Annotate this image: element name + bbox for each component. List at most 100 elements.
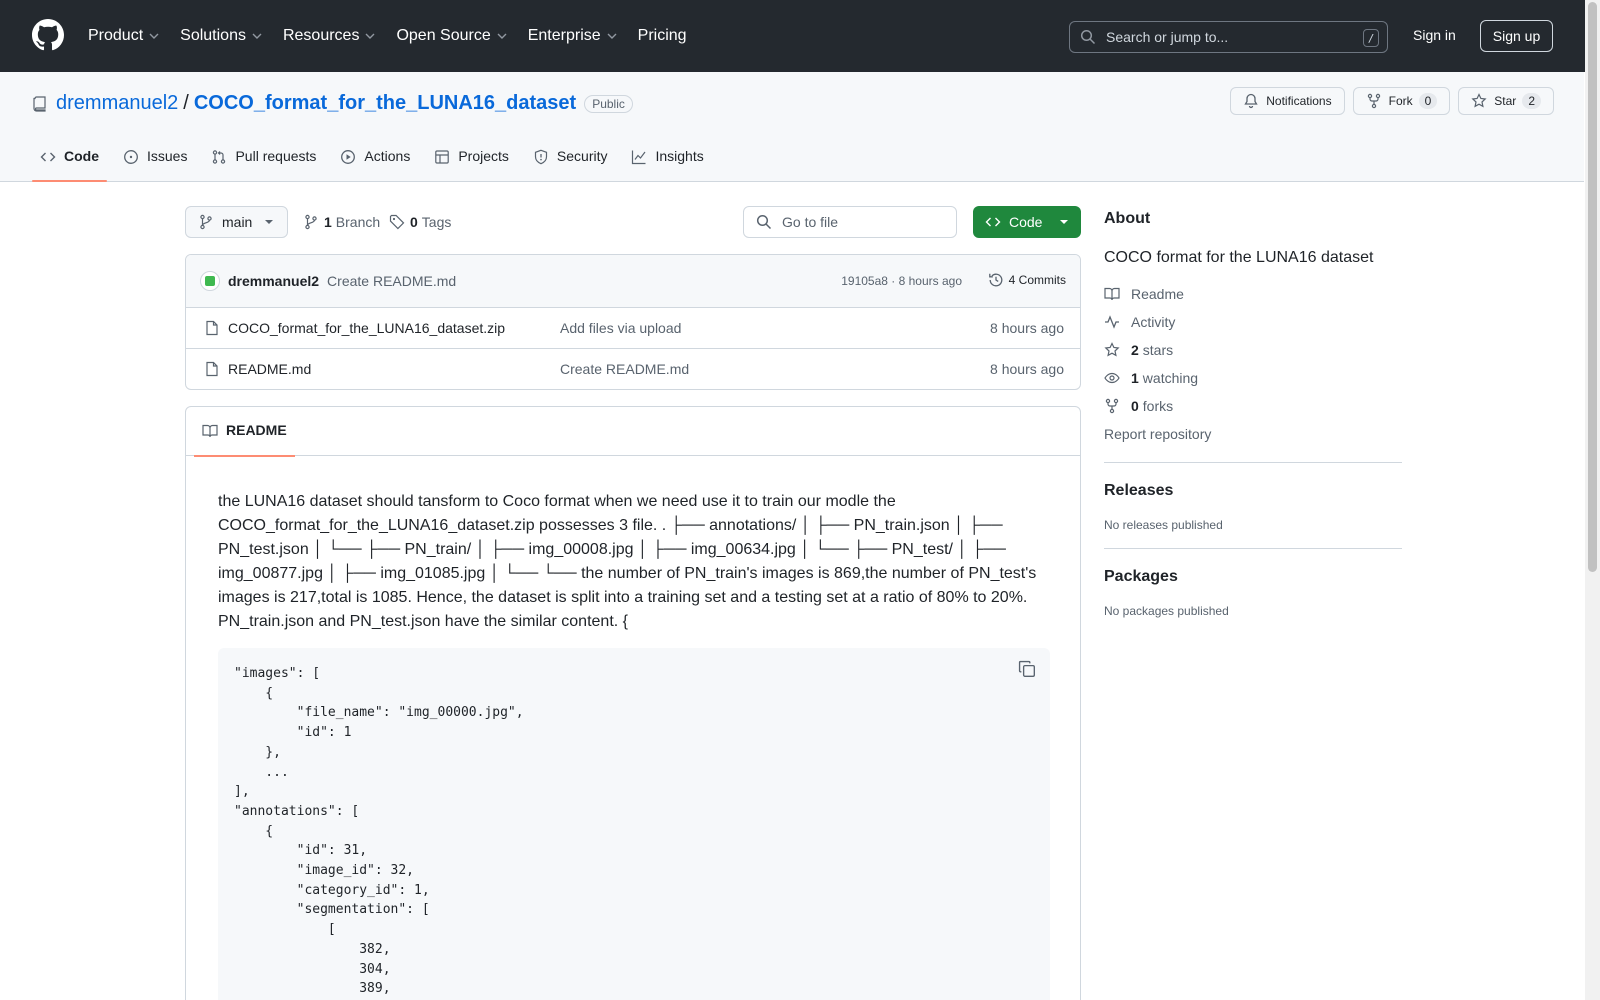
tab-issues[interactable]: Issues <box>115 140 195 182</box>
file-name-link[interactable]: COCO_format_for_the_LUNA16_dataset.zip <box>228 320 505 336</box>
report-repository-link[interactable]: Report repository <box>1104 426 1402 442</box>
code-icon <box>40 152 56 162</box>
divider <box>1104 548 1402 549</box>
readme-link[interactable]: Readme <box>1104 286 1402 302</box>
sign-in-link[interactable]: Sign in <box>1413 27 1456 43</box>
nav-resources[interactable]: Resources <box>283 27 376 45</box>
tab-projects[interactable]: Projects <box>426 140 517 182</box>
repo-name-link[interactable]: COCO_format_for_the_LUNA16_dataset <box>194 92 576 115</box>
nav-enterprise[interactable]: Enterprise <box>528 27 618 45</box>
stars-link[interactable]: 2 stars <box>1104 342 1402 358</box>
pull-request-icon <box>213 150 226 164</box>
tab-pull-requests-label: Pull requests <box>235 148 317 164</box>
commit-message-link[interactable]: Create README.md <box>327 273 456 289</box>
repo-header: dremmanuel2 / COCO_format_for_the_LUNA16… <box>0 72 1584 182</box>
notifications-button[interactable]: Notifications <box>1230 87 1345 115</box>
page-scrollbar[interactable] <box>1585 0 1600 1000</box>
commits-history-link[interactable]: 4 Commits <box>988 272 1066 288</box>
nav-open-source[interactable]: Open Source <box>396 27 507 45</box>
activity-link[interactable]: Activity <box>1104 314 1402 330</box>
nav-solutions[interactable]: Solutions <box>180 27 263 45</box>
code-download-button[interactable]: Code <box>973 206 1081 238</box>
nav-product-label: Product <box>88 27 144 44</box>
avatar[interactable] <box>200 271 220 291</box>
forks-link[interactable]: 0 forks <box>1104 398 1402 414</box>
fork-count: 0 <box>1418 93 1438 109</box>
repo-sidebar: About COCO format for the LUNA16 dataset… <box>1104 210 1402 618</box>
fork-button[interactable]: Fork 0 <box>1352 87 1451 115</box>
releases-heading[interactable]: Releases <box>1104 482 1402 500</box>
fork-icon <box>1105 398 1119 414</box>
readme-link-label: Readme <box>1131 286 1184 302</box>
readme-tab-label: README <box>226 422 287 438</box>
packages-heading[interactable]: Packages <box>1104 568 1402 586</box>
nav-pricing[interactable]: Pricing <box>638 27 687 45</box>
tab-insights[interactable]: Insights <box>623 140 711 182</box>
star-count: 2 <box>1522 93 1541 109</box>
tab-security-label: Security <box>556 148 608 164</box>
nav-product[interactable]: Product <box>88 27 160 45</box>
star-icon <box>1104 342 1120 357</box>
github-logo-icon[interactable] <box>32 19 64 51</box>
tag-icon <box>389 214 405 230</box>
tab-code-label: Code <box>64 148 99 164</box>
table-row: README.md Create README.md 8 hours ago <box>186 349 1080 389</box>
file-commit-time: 8 hours ago <box>990 361 1064 377</box>
file-icon <box>206 320 218 336</box>
tab-pull-requests[interactable]: Pull requests <box>203 140 324 182</box>
branch-name: main <box>222 214 253 230</box>
site-header: Product Solutions Resources Open Source … <box>0 0 1600 72</box>
table-row: COCO_format_for_the_LUNA16_dataset.zip A… <box>186 308 1080 349</box>
search-input[interactable]: Search or jump to... / <box>1069 21 1388 53</box>
table-icon <box>435 150 450 164</box>
caret-down-icon <box>265 220 273 224</box>
search-icon <box>1080 29 1096 45</box>
tag-count: 0 <box>410 214 418 230</box>
branch-count-label: Branch <box>335 214 381 230</box>
latest-commit-row: dremmanuel2 Create README.md 19105a8 · 8… <box>186 255 1080 308</box>
sign-up-button[interactable]: Sign up <box>1480 20 1553 52</box>
repo-owner-link[interactable]: dremmanuel2 <box>56 92 178 115</box>
code-icon <box>985 217 1001 227</box>
about-heading: About <box>1104 210 1151 227</box>
readme-code-block: "images": [ { "file_name": "img_00000.jp… <box>218 648 1050 1000</box>
file-name-link[interactable]: README.md <box>228 361 311 377</box>
visibility-badge: Public <box>584 94 633 113</box>
scrollbar-thumb[interactable] <box>1588 2 1597 572</box>
file-commit-message-link[interactable]: Add files via upload <box>560 320 681 336</box>
history-icon <box>988 273 1003 287</box>
readme-panel: README the LUNA16 dataset should tansfor… <box>185 406 1081 1000</box>
star-label: Star <box>1494 94 1517 108</box>
tab-actions[interactable]: Actions <box>332 140 418 182</box>
file-commit-time: 8 hours ago <box>990 320 1064 336</box>
search-icon <box>756 214 772 230</box>
chevron-down-icon <box>149 33 159 39</box>
top-nav: Product Solutions Resources Open Source … <box>88 0 707 72</box>
forks-label: forks <box>1142 398 1174 414</box>
nav-open-source-label: Open Source <box>396 27 491 44</box>
file-list: dremmanuel2 Create README.md 19105a8 · 8… <box>185 254 1081 390</box>
file-commit-message-link[interactable]: Create README.md <box>560 361 689 377</box>
star-button[interactable]: Star 2 <box>1458 87 1554 115</box>
tab-code[interactable]: Code <box>32 140 107 182</box>
go-to-file-input[interactable]: Go to file <box>743 206 957 238</box>
tab-security[interactable]: Security <box>525 140 616 182</box>
chevron-down-icon <box>365 33 375 39</box>
copy-icon[interactable] <box>1018 660 1036 678</box>
notifications-label: Notifications <box>1266 94 1332 108</box>
branch-icon <box>200 214 212 230</box>
tab-actions-label: Actions <box>364 148 411 164</box>
branch-select-button[interactable]: main <box>185 206 288 238</box>
chevron-down-icon <box>607 33 617 39</box>
commit-hash-time[interactable]: 19105a8 · 8 hours ago <box>841 274 962 288</box>
tab-readme[interactable]: README <box>194 407 295 457</box>
nav-solutions-label: Solutions <box>180 27 246 44</box>
releases-empty-text: No releases published <box>1104 518 1223 532</box>
play-icon <box>341 150 356 164</box>
search-placeholder: Search or jump to... <box>1106 29 1229 45</box>
activity-link-label: Activity <box>1131 314 1176 330</box>
commit-author-link[interactable]: dremmanuel2 <box>228 273 319 289</box>
tags-link[interactable]: 0 Tags <box>389 214 451 230</box>
branches-link[interactable]: 1 Branch <box>303 214 380 230</box>
watchers-link[interactable]: 1 watching <box>1104 370 1402 386</box>
